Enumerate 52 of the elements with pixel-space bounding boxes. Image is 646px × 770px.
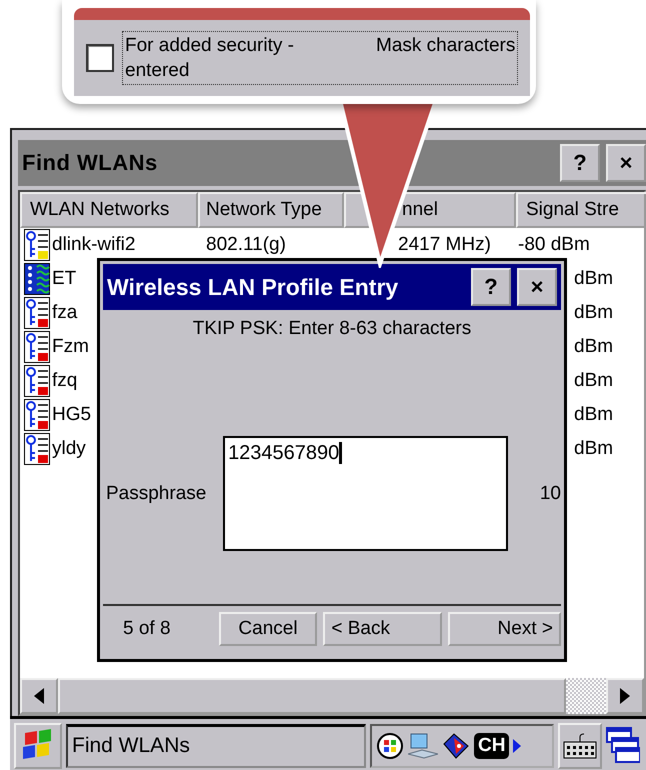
left-arrow-icon	[34, 688, 44, 704]
signal-text: -80 dBm	[518, 234, 590, 256]
mask-characters-text: Mask characters	[376, 34, 516, 58]
cancel-button[interactable]: Cancel	[218, 612, 318, 646]
column-header[interactable]: Network Type	[198, 192, 344, 228]
scroll-right-button[interactable]	[606, 678, 644, 714]
scroll-left-button[interactable]	[20, 678, 58, 714]
color-wheel-icon	[376, 732, 404, 760]
input-language-indicator[interactable]: CH	[474, 732, 510, 758]
signal-text: dBm	[574, 268, 614, 290]
signal-text: dBm	[574, 336, 614, 358]
start-button[interactable]	[14, 722, 62, 768]
expand-arrow-icon[interactable]	[513, 738, 522, 752]
keyboard-button[interactable]	[558, 722, 602, 768]
close-button[interactable]: ×	[517, 268, 557, 306]
network-name: ET	[52, 268, 76, 290]
signal-text: dBm	[574, 370, 614, 392]
network-name: dlink-wifi2	[52, 234, 136, 256]
network-type: 802.11(g)	[205, 234, 287, 256]
network-name: Fzm	[52, 336, 89, 358]
column-header[interactable]: WLAN Networks	[20, 192, 198, 228]
keyboard-icon	[563, 732, 597, 760]
character-count: 10	[540, 482, 561, 504]
column-header[interactable]: Signal Stre	[516, 192, 646, 228]
checkbox-label: For added security - entered	[125, 34, 295, 83]
right-arrow-icon	[620, 688, 630, 704]
dialog-title: Wireless LAN Profile Entry	[107, 274, 400, 300]
field-label: Passphrase	[106, 482, 208, 504]
signal-text: dBm	[574, 438, 614, 460]
help-button[interactable]: ?	[471, 268, 511, 306]
network-icon	[24, 263, 50, 295]
scrollbar[interactable]	[20, 676, 644, 714]
signal-text: dBm	[574, 404, 614, 426]
prompt-text: TKIP PSK: Enter 8-63 characters	[192, 318, 472, 340]
scroll-thumb[interactable]	[58, 678, 566, 714]
next-button[interactable]: Next >	[448, 612, 561, 646]
close-button[interactable]: ×	[606, 144, 646, 182]
checkbox[interactable]	[86, 44, 114, 72]
network-name: fzq	[52, 370, 78, 392]
windows-icon[interactable]	[606, 726, 640, 766]
passphrase-field[interactable]: 1234567890	[223, 436, 508, 551]
network-name: fza	[52, 302, 78, 324]
back-button[interactable]: < Back	[323, 612, 442, 646]
computer-icon	[408, 732, 438, 760]
step-indicator: 5 of 8	[123, 618, 172, 640]
network-name: HG5	[52, 404, 92, 426]
network-name: yldy	[52, 438, 86, 460]
signal-text: dBm	[574, 302, 614, 324]
task-button[interactable]: Find WLANs	[66, 724, 366, 768]
window-title: Find WLANs	[22, 150, 159, 176]
help-button[interactable]: ?	[560, 144, 600, 182]
channel-text: 2417 MHz)	[397, 234, 492, 256]
